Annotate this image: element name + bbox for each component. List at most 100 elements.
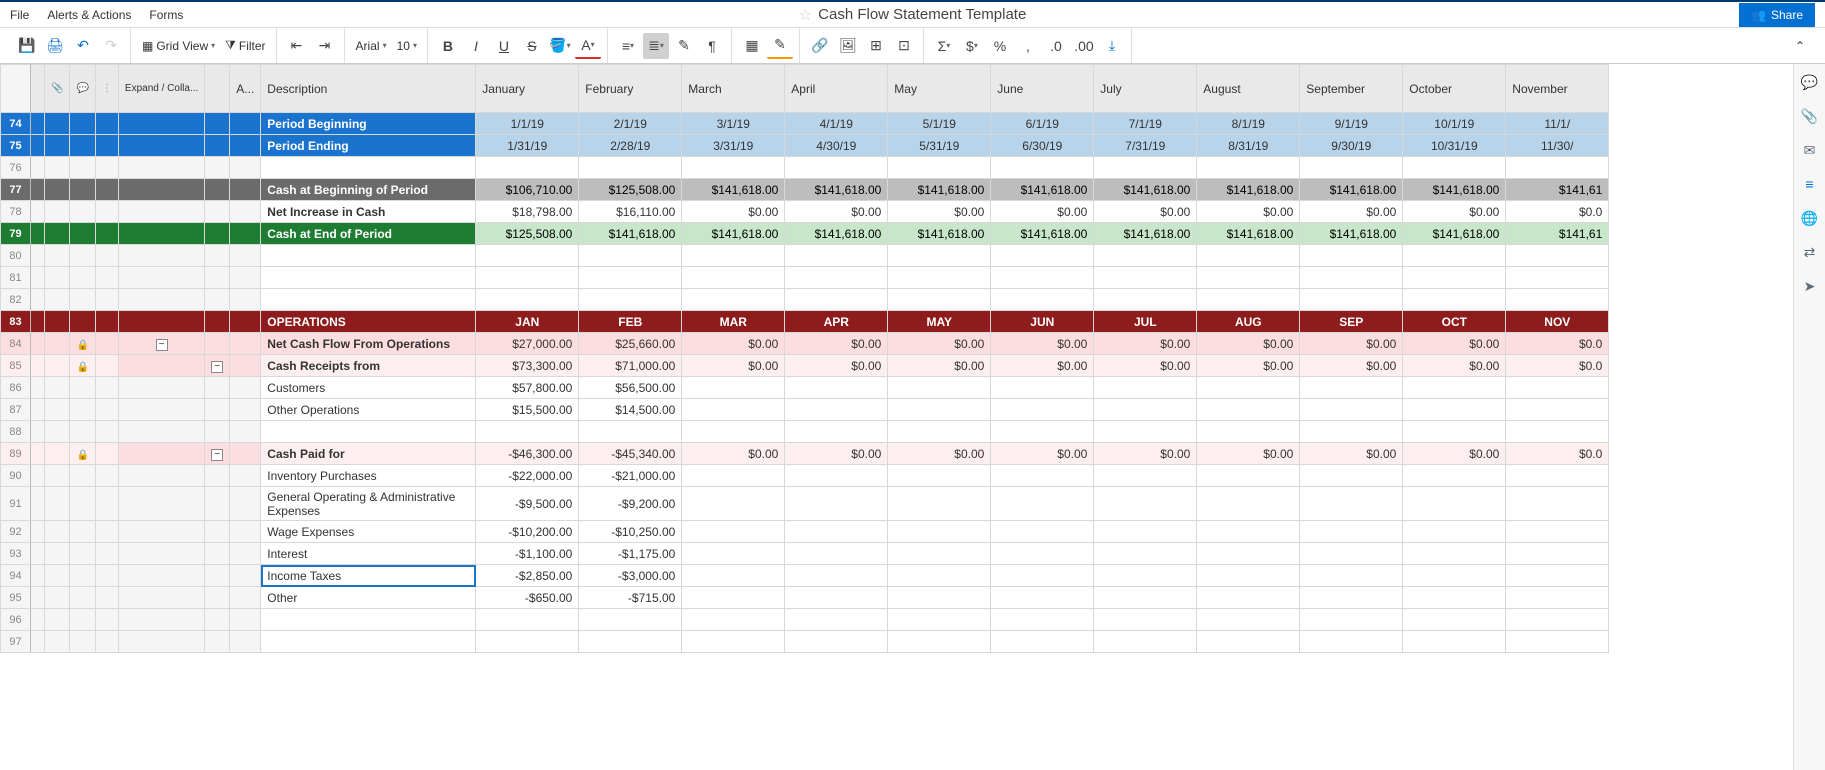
cell[interactable]: OCT (1403, 311, 1506, 333)
cell[interactable]: 3/31/19 (682, 135, 785, 157)
cell[interactable] (682, 487, 785, 521)
cell[interactable]: $141,618.00 (1403, 223, 1506, 245)
cell[interactable]: $106,710.00 (476, 179, 579, 201)
menu-alerts[interactable]: Alerts & Actions (47, 8, 131, 22)
strike-icon[interactable]: S (519, 33, 545, 59)
row-number[interactable]: 78 (1, 201, 31, 223)
cell[interactable]: 1/1/19 (476, 113, 579, 135)
cell[interactable] (785, 465, 888, 487)
cell[interactable]: 8/1/19 (1197, 113, 1300, 135)
cell[interactable] (1197, 245, 1300, 267)
cell[interactable] (888, 267, 991, 289)
rail-publish-icon[interactable]: 🌐 (1802, 210, 1818, 226)
cell[interactable]: 3/1/19 (682, 113, 785, 135)
cell[interactable] (1403, 399, 1506, 421)
cell[interactable] (888, 521, 991, 543)
cell[interactable] (1403, 465, 1506, 487)
sum-icon[interactable]: Σ▾ (931, 33, 957, 59)
cell[interactable] (579, 609, 682, 631)
cell[interactable]: AUG (1197, 311, 1300, 333)
row-number[interactable]: 89 (1, 443, 31, 465)
cell[interactable]: $141,618.00 (785, 223, 888, 245)
cell[interactable] (991, 245, 1094, 267)
format-icon[interactable]: ▦ (739, 33, 765, 59)
cell[interactable]: $0.00 (682, 355, 785, 377)
collapse-toggle[interactable]: − (156, 339, 168, 351)
cell[interactable]: 5/31/19 (888, 135, 991, 157)
align-left-icon[interactable]: ≡▾ (615, 33, 641, 59)
share-button[interactable]: 👥 Share (1739, 3, 1815, 27)
dec-inc-icon[interactable]: .0 (1043, 33, 1069, 59)
row-number[interactable]: 94 (1, 565, 31, 587)
cell[interactable]: $0.00 (1403, 333, 1506, 355)
cell[interactable]: $141,618.00 (1094, 179, 1197, 201)
cell[interactable] (1094, 245, 1197, 267)
redo-icon[interactable]: ↷ (98, 33, 124, 59)
cell[interactable] (1197, 487, 1300, 521)
cell-desc[interactable]: Wage Expenses (261, 521, 476, 543)
cell[interactable] (1300, 399, 1403, 421)
cell[interactable]: 10/31/19 (1403, 135, 1506, 157)
cell[interactable] (476, 157, 579, 179)
cell[interactable] (991, 421, 1094, 443)
cell[interactable]: $141,618.00 (888, 223, 991, 245)
cell[interactable] (1094, 289, 1197, 311)
cell-desc[interactable]: Cash at End of Period (261, 223, 476, 245)
cell[interactable]: 7/1/19 (1094, 113, 1197, 135)
cell[interactable]: $141,618.00 (991, 179, 1094, 201)
cell[interactable]: 1/31/19 (476, 135, 579, 157)
cell-desc[interactable] (261, 267, 476, 289)
row-number[interactable]: 85 (1, 355, 31, 377)
row-number[interactable]: 83 (1, 311, 31, 333)
row-number[interactable]: 82 (1, 289, 31, 311)
cell[interactable]: $0.00 (785, 201, 888, 223)
cell[interactable] (1094, 609, 1197, 631)
cell[interactable] (1300, 289, 1403, 311)
cell[interactable]: $0.00 (682, 333, 785, 355)
cell-desc[interactable] (261, 245, 476, 267)
col-month-5[interactable]: June (991, 65, 1094, 113)
cell[interactable]: $141,618.00 (1300, 223, 1403, 245)
cell[interactable] (682, 245, 785, 267)
cell[interactable]: $141,618.00 (579, 223, 682, 245)
cell-desc[interactable]: Period Ending (261, 135, 476, 157)
spreadsheet-grid[interactable]: 📎 💬 ⋮ Expand / Colla... A... Description… (0, 64, 1793, 770)
cell[interactable] (785, 587, 888, 609)
cell[interactable]: $73,300.00 (476, 355, 579, 377)
col-month-4[interactable]: May (888, 65, 991, 113)
cell[interactable]: $0.00 (991, 443, 1094, 465)
cell[interactable]: $18,798.00 (476, 201, 579, 223)
percent-icon[interactable]: % (987, 33, 1013, 59)
cell[interactable] (888, 609, 991, 631)
cell[interactable] (1094, 267, 1197, 289)
cell[interactable]: MAY (888, 311, 991, 333)
cell[interactable] (785, 289, 888, 311)
cell[interactable] (579, 157, 682, 179)
cell[interactable]: $0.0 (1506, 443, 1609, 465)
cell[interactable]: $141,618.00 (1300, 179, 1403, 201)
cell[interactable]: $0.00 (991, 355, 1094, 377)
view-selector[interactable]: ▦ Grid View ▾ (138, 39, 219, 53)
cell[interactable] (1197, 421, 1300, 443)
cell[interactable]: $0.00 (1403, 443, 1506, 465)
cell[interactable]: FEB (579, 311, 682, 333)
italic-icon[interactable]: I (463, 33, 489, 59)
cell[interactable]: -$9,200.00 (579, 487, 682, 521)
cell[interactable]: $0.00 (991, 333, 1094, 355)
cell[interactable]: 6/30/19 (991, 135, 1094, 157)
col-month-2[interactable]: March (682, 65, 785, 113)
cell[interactable] (1094, 399, 1197, 421)
cell[interactable] (1094, 421, 1197, 443)
cell[interactable]: -$715.00 (579, 587, 682, 609)
comment-icon[interactable]: ⊡ (891, 33, 917, 59)
link-icon[interactable]: 🔗 (807, 33, 833, 59)
rail-format-icon[interactable]: ≡ (1802, 176, 1818, 192)
cell[interactable] (1300, 565, 1403, 587)
cell[interactable] (682, 289, 785, 311)
cell[interactable] (785, 267, 888, 289)
row-number[interactable]: 95 (1, 587, 31, 609)
cell[interactable] (1197, 631, 1300, 653)
cell[interactable] (991, 609, 1094, 631)
cell[interactable] (888, 157, 991, 179)
cell-desc[interactable] (261, 609, 476, 631)
